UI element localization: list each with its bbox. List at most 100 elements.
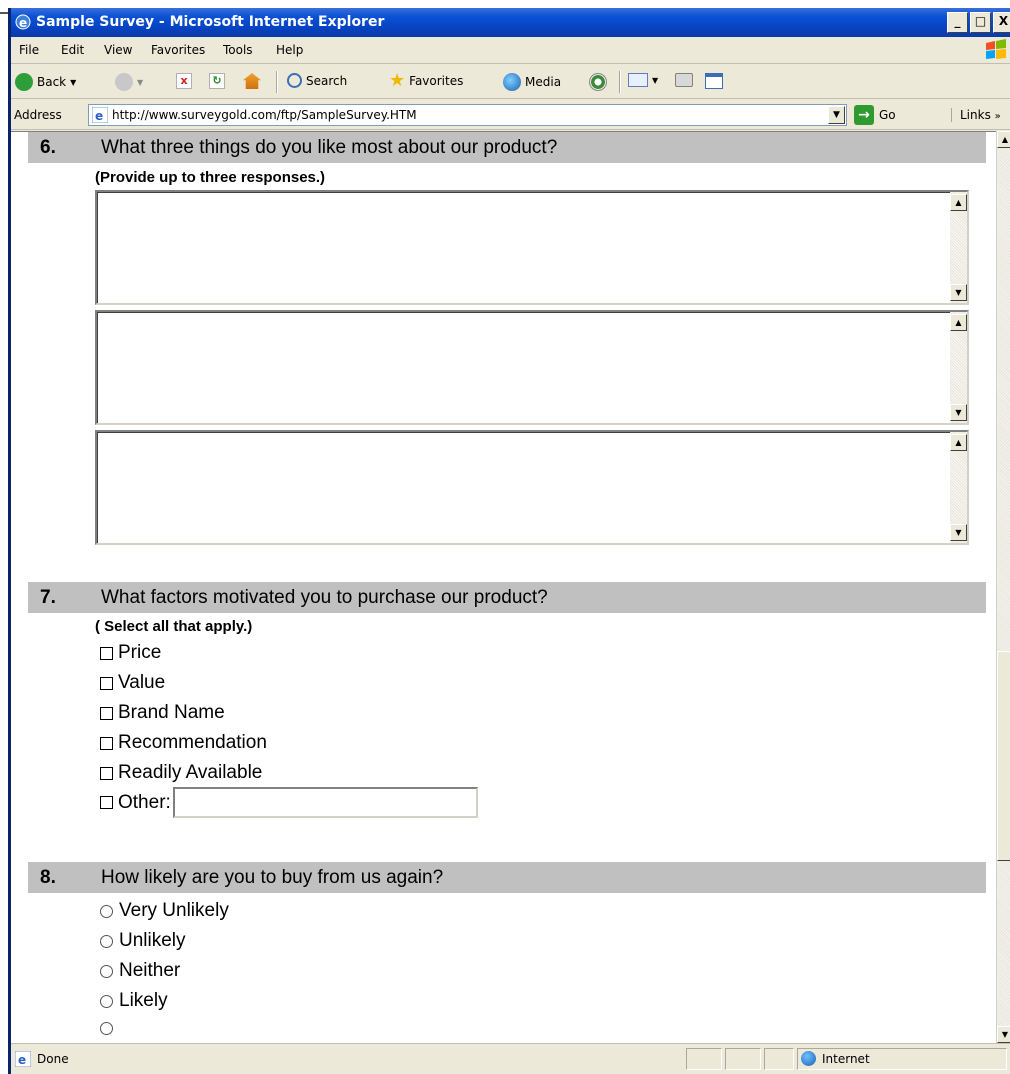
radio-button[interactable] xyxy=(100,1022,113,1035)
status-text-area: e Done xyxy=(15,1051,69,1067)
title-bar[interactable]: e Sample Survey - Microsoft Internet Exp… xyxy=(11,8,1010,37)
windows-logo-icon xyxy=(986,39,1006,59)
scroll-up-icon[interactable]: ▲ xyxy=(950,194,967,211)
search-icon xyxy=(287,73,302,88)
toolbar-separator xyxy=(619,71,620,93)
page-scrollbar[interactable]: ▲ ▼ xyxy=(996,131,1010,1043)
radio-button[interactable] xyxy=(100,904,113,918)
menu-tools[interactable]: Tools xyxy=(223,43,253,57)
checkbox[interactable] xyxy=(100,766,113,780)
home-icon xyxy=(243,73,261,89)
history-button[interactable] xyxy=(589,73,607,91)
textarea-scrollbar[interactable]: ▲ ▼ xyxy=(950,192,967,303)
search-label: Search xyxy=(306,73,348,88)
links-label: Links xyxy=(960,108,991,122)
question-7-header: 7. What factors motivated you to purchas… xyxy=(28,582,986,613)
favorites-label: Favorites xyxy=(409,74,464,88)
svg-text:e: e xyxy=(18,1053,26,1067)
forward-arrow-icon xyxy=(115,73,133,91)
chevron-right-icon: » xyxy=(994,111,1001,122)
question-number: 8. xyxy=(40,867,56,888)
response-textarea-3[interactable]: ▲ ▼ xyxy=(95,430,969,545)
textarea-scrollbar[interactable]: ▲ ▼ xyxy=(950,432,967,543)
scroll-up-icon[interactable]: ▲ xyxy=(997,131,1010,148)
back-dropdown-icon[interactable]: ▼ xyxy=(70,78,76,87)
restore-icon: □ xyxy=(974,14,987,28)
search-button[interactable]: Search xyxy=(287,73,347,88)
radio-option-very-unlikely[interactable]: Very Unlikely xyxy=(100,900,229,922)
radio-option-partially-hidden[interactable] xyxy=(100,1022,119,1035)
menu-view[interactable]: View xyxy=(104,43,132,57)
address-dropdown-button[interactable]: ▼ xyxy=(828,106,845,124)
links-toolbar[interactable]: Links » xyxy=(951,108,1001,122)
radio-button[interactable] xyxy=(100,994,113,1008)
checkbox-option-readily-available[interactable]: Readily Available xyxy=(100,762,262,784)
menu-file[interactable]: File xyxy=(19,43,39,57)
address-input[interactable]: e http://www.surveygold.com/ftp/SampleSu… xyxy=(88,104,847,126)
checkbox[interactable] xyxy=(100,676,113,690)
option-label: Value xyxy=(118,672,166,693)
edit-button[interactable] xyxy=(705,73,723,89)
media-icon xyxy=(503,73,521,91)
checkbox-option-recommendation[interactable]: Recommendation xyxy=(100,732,267,754)
menu-help[interactable]: Help xyxy=(276,43,303,57)
scroll-up-icon[interactable]: ▲ xyxy=(950,434,967,451)
forward-button[interactable]: ▼ xyxy=(115,73,143,91)
edit-page-icon xyxy=(705,73,723,89)
scroll-up-icon[interactable]: ▲ xyxy=(950,314,967,331)
other-text-input[interactable] xyxy=(172,787,478,818)
page-content: 6. What three things do you like most ab… xyxy=(11,131,996,1043)
refresh-button[interactable]: ↻ xyxy=(209,73,225,89)
media-label: Media xyxy=(525,75,562,89)
stop-icon: x xyxy=(176,73,192,89)
checkbox-option-price[interactable]: Price xyxy=(100,642,161,664)
scroll-down-icon[interactable]: ▼ xyxy=(950,524,967,541)
question-8-header: 8. How likely are you to buy from us aga… xyxy=(28,862,986,893)
favorites-button[interactable]: ★ Favorites xyxy=(389,72,464,90)
checkbox[interactable] xyxy=(100,796,113,809)
question-hint: ( Select all that apply.) xyxy=(95,618,253,635)
close-button[interactable]: X xyxy=(993,12,1010,33)
question-text: How likely are you to buy from us again? xyxy=(101,867,444,888)
scroll-down-icon[interactable]: ▼ xyxy=(950,284,967,301)
checkbox[interactable] xyxy=(100,736,113,750)
checkbox[interactable] xyxy=(100,706,113,720)
scroll-thumb[interactable] xyxy=(997,651,1010,861)
checkbox-option-other[interactable]: Other: xyxy=(100,787,478,818)
mail-dropdown-icon[interactable]: ▼ xyxy=(652,76,658,85)
checkbox[interactable] xyxy=(100,646,113,660)
address-label: Address xyxy=(14,108,62,122)
zone-label: Internet xyxy=(822,1051,870,1066)
question-text: What factors motivated you to purchase o… xyxy=(101,587,548,608)
checkbox-option-value[interactable]: Value xyxy=(100,672,165,694)
menu-edit[interactable]: Edit xyxy=(61,43,84,57)
stop-button[interactable]: x xyxy=(176,73,192,89)
response-textarea-2[interactable]: ▲ ▼ xyxy=(95,310,969,425)
radio-option-neither[interactable]: Neither xyxy=(100,960,180,982)
print-button[interactable] xyxy=(675,73,693,87)
menu-favorites[interactable]: Favorites xyxy=(151,43,205,57)
restore-button[interactable]: □ xyxy=(970,12,991,33)
go-button[interactable]: → Go xyxy=(854,105,896,125)
question-number: 6. xyxy=(40,137,56,158)
scroll-down-icon[interactable]: ▼ xyxy=(950,404,967,421)
radio-button[interactable] xyxy=(100,934,113,948)
response-textarea-1[interactable]: ▲ ▼ xyxy=(95,190,969,305)
radio-button[interactable] xyxy=(100,964,113,978)
window-title: Sample Survey - Microsoft Internet Explo… xyxy=(36,14,385,30)
textarea-scrollbar[interactable]: ▲ ▼ xyxy=(950,312,967,423)
back-button[interactable]: Back ▼ xyxy=(15,73,76,91)
home-button[interactable] xyxy=(243,73,261,89)
radio-option-unlikely[interactable]: Unlikely xyxy=(100,930,186,952)
mail-button[interactable]: ▼ xyxy=(628,73,658,87)
minimize-button[interactable]: _ xyxy=(947,12,968,33)
option-label: Recommendation xyxy=(118,732,267,753)
forward-dropdown-icon[interactable]: ▼ xyxy=(137,78,143,87)
standard-toolbar: Back ▼ ▼ x ↻ Search ★ Favorites Media ▼ xyxy=(11,65,1010,99)
scroll-down-icon[interactable]: ▼ xyxy=(997,1026,1010,1043)
radio-option-likely[interactable]: Likely xyxy=(100,990,168,1012)
media-button[interactable]: Media xyxy=(503,73,561,91)
go-arrow-icon: → xyxy=(854,105,874,125)
refresh-icon: ↻ xyxy=(209,73,225,89)
checkbox-option-brand-name[interactable]: Brand Name xyxy=(100,702,225,724)
